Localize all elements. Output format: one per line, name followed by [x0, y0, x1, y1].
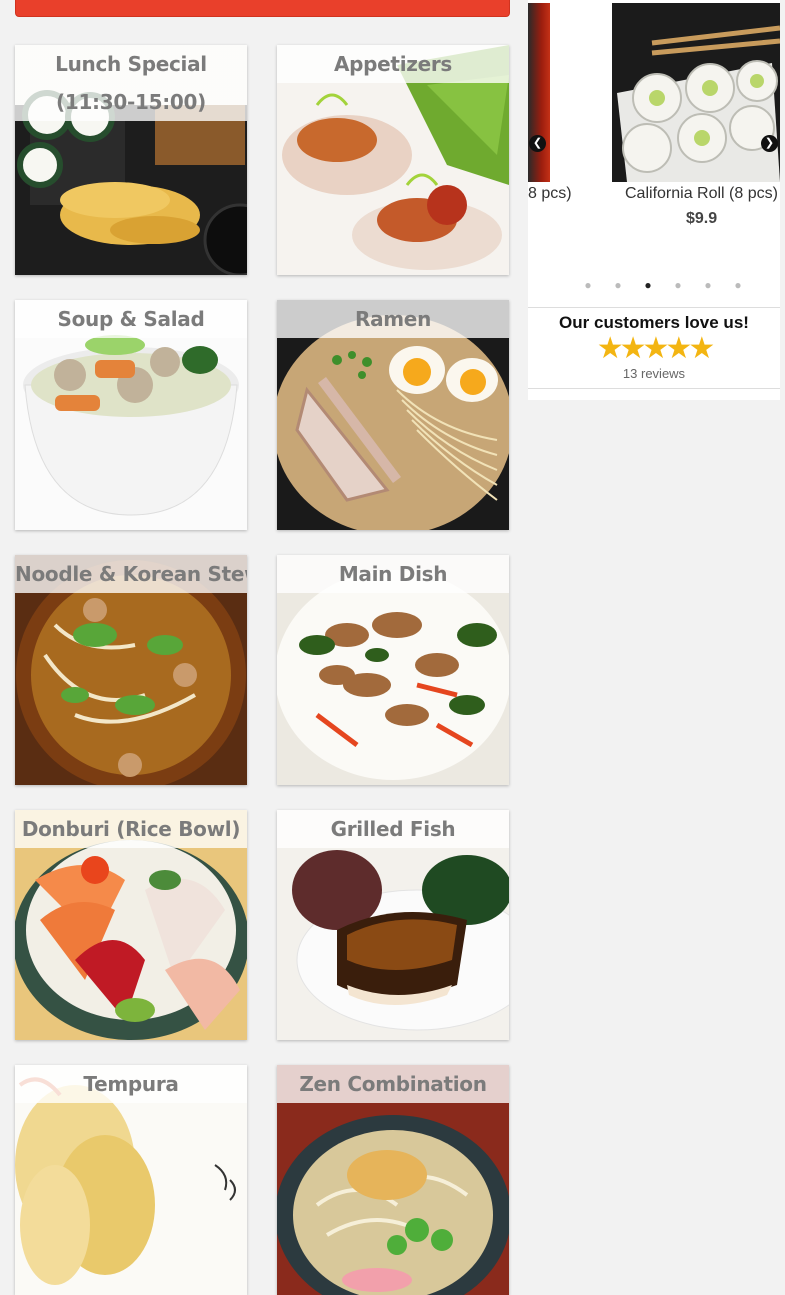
divider: [528, 388, 780, 389]
category-card-zen-combination[interactable]: Zen Combination: [277, 1065, 509, 1295]
category-title: Lunch Special (11:30-15:00): [15, 45, 247, 121]
california-roll-image[interactable]: [612, 3, 780, 182]
carousel-pagination: ● ● ● ● ● ●: [573, 279, 753, 291]
category-title: Zen Combination: [277, 1065, 509, 1103]
category-card-soup-salad[interactable]: Soup & Salad: [15, 300, 247, 530]
category-title: Noodle & Korean Stew: [15, 555, 247, 593]
carousel-dot-4[interactable]: ●: [663, 279, 693, 291]
star-rating-icon: ★★★★★: [596, 332, 715, 365]
category-title: Donburi (Rice Bowl): [15, 810, 247, 848]
category-title: Main Dish: [277, 555, 509, 593]
category-card-lunch-special[interactable]: Lunch Special (11:30-15:00): [15, 45, 247, 275]
carousel-next-arrow-icon[interactable]: ❯: [761, 135, 778, 152]
order-button[interactable]: [15, 0, 510, 17]
carousel-prev-arrow-icon[interactable]: ❮: [529, 135, 546, 152]
carousel-dot-3[interactable]: ●: [633, 279, 663, 291]
category-title: Grilled Fish: [277, 810, 509, 848]
reviews-headline: Our customers love us!: [559, 313, 749, 332]
category-title: Ramen: [277, 300, 509, 338]
category-card-ramen[interactable]: Ramen: [277, 300, 509, 530]
category-card-noodle-korean-stew[interactable]: Noodle & Korean Stew: [15, 555, 247, 785]
category-card-grilled-fish[interactable]: Grilled Fish: [277, 810, 509, 1040]
previous-slide-name: 8 pcs): [528, 185, 572, 202]
carousel-dot-2[interactable]: ●: [603, 279, 633, 291]
divider: [528, 307, 780, 308]
category-card-donburi[interactable]: Donburi (Rice Bowl): [15, 810, 247, 1040]
carousel-dot-1[interactable]: ●: [573, 279, 603, 291]
category-title: Appetizers: [277, 45, 509, 83]
featured-items-carousel: 8 pcs) California Roll (8 pcs) $9.9 ❮ ❯ …: [528, 0, 780, 295]
current-slide-price: $9.9: [686, 210, 718, 227]
menu-category-grid: Lunch Special (11:30-15:00) Appetizers S…: [0, 0, 522, 1295]
category-card-tempura[interactable]: Tempura: [15, 1065, 247, 1295]
category-card-main-dish[interactable]: Main Dish: [277, 555, 509, 785]
california-roll-photo: [612, 3, 780, 182]
category-title: Soup & Salad: [15, 300, 247, 338]
carousel-dot-5[interactable]: ●: [693, 279, 723, 291]
carousel-dot-6[interactable]: ●: [723, 279, 753, 291]
sidebar-panel: 8 pcs) California Roll (8 pcs) $9.9 ❮ ❯ …: [528, 0, 780, 400]
category-title: Tempura: [15, 1065, 247, 1103]
category-card-appetizers[interactable]: Appetizers: [277, 45, 509, 275]
current-slide-name[interactable]: California Roll (8 pcs): [625, 185, 778, 203]
review-count-link[interactable]: 13 reviews: [528, 366, 780, 381]
previous-slide-image[interactable]: [528, 3, 550, 182]
